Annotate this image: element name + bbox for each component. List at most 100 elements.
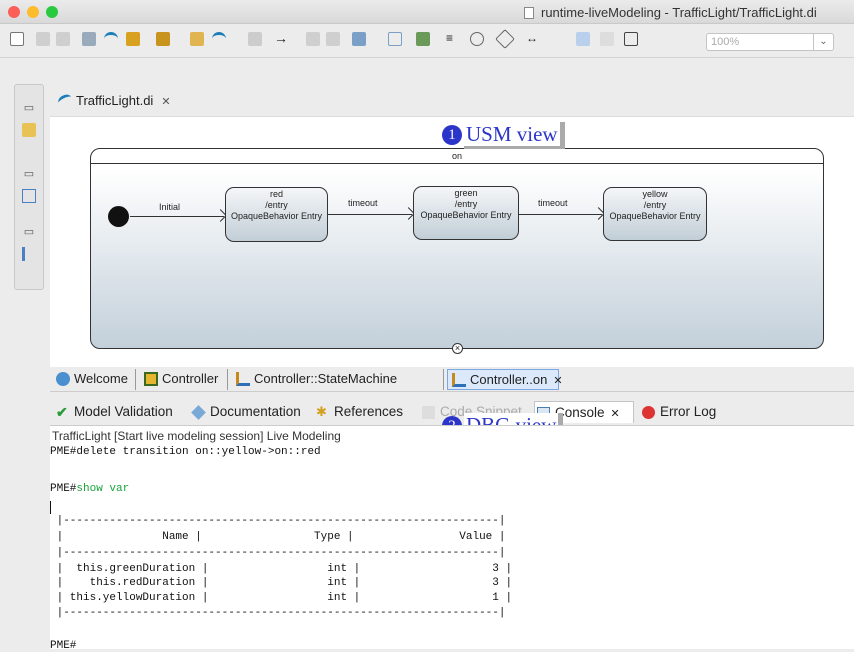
grid-icon[interactable] (624, 32, 638, 46)
state-machine-icon (236, 372, 250, 386)
welcome-icon (56, 372, 70, 386)
title-bar: runtime-liveModeling - TrafficLight/Traf… (0, 0, 854, 24)
console-line: PME#delete transition on::yellow->on::re… (50, 446, 321, 458)
line-icon[interactable]: ≡ (446, 32, 460, 46)
tab-controller[interactable]: Controller (140, 369, 228, 390)
check-icon: ✔ (56, 404, 68, 420)
state-behavior: OpaqueBehavior Entry (420, 210, 512, 220)
tab-references[interactable]: ✱ References (314, 401, 403, 423)
layout-icon[interactable] (352, 32, 366, 46)
transition-label: timeout (348, 198, 378, 208)
console-table-line: | this.yellowDuration | int | 1 | (50, 592, 513, 604)
table-icon[interactable] (156, 32, 170, 46)
region-on[interactable]: on Initial red /entry OpaqueBehavior Ent… (90, 148, 824, 354)
transition-red-green[interactable] (328, 214, 412, 215)
console-table-line: |---------------------------------------… (50, 607, 506, 619)
transition-label-initial: Initial (159, 202, 181, 212)
state-entry: /entry (265, 200, 288, 210)
close-icon[interactable]: ✕ (553, 375, 562, 387)
maximize-window-button[interactable] (46, 6, 58, 18)
tab-model-validation[interactable]: ✔ Model Validation (54, 401, 173, 423)
chevron-down-icon[interactable]: ⌄ (813, 34, 833, 50)
align-icon[interactable] (388, 32, 402, 46)
console-table-line: | Name | Type | Value | (50, 531, 506, 543)
doc-icon (191, 405, 206, 420)
state-name: yellow (642, 189, 668, 199)
region-end-marker-icon: × (452, 343, 463, 354)
copy-icon[interactable] (306, 32, 320, 46)
console-line: PME#show var (50, 483, 130, 495)
view-icon[interactable] (190, 32, 204, 46)
console-prompt: PME# (50, 640, 77, 652)
text-cursor (50, 501, 51, 514)
error-log-icon (642, 406, 655, 419)
main-toolbar: → ≡ ↔ 100% ⌄ (0, 24, 854, 58)
tab-trafficlight-di[interactable]: TrafficLight.di ✕ (50, 86, 188, 116)
console-table-line: |---------------------------------------… (50, 515, 506, 527)
console-view[interactable]: TrafficLight [Start live modeling sessio… (50, 425, 854, 652)
state-entry: /entry (643, 200, 667, 210)
folder-icon[interactable] (22, 123, 36, 137)
distribute-icon[interactable] (416, 32, 430, 46)
papyrus-icon[interactable] (104, 32, 118, 46)
close-icon[interactable]: ✕ (161, 96, 170, 108)
new-icon[interactable] (10, 32, 24, 46)
state-behavior: OpaqueBehavior Entry (230, 211, 323, 221)
tab-controller-on[interactable]: Controller..on ✕ (447, 369, 563, 390)
references-icon: ✱ (316, 404, 327, 419)
tab-controller-statemachine[interactable]: Controller::StateMachine (232, 369, 444, 390)
color-icon[interactable] (576, 32, 590, 46)
window-title: runtime-liveModeling - TrafficLight/Traf… (524, 5, 817, 20)
save-icon[interactable] (36, 32, 50, 46)
console-header: TrafficLight [Start live modeling sessio… (52, 429, 341, 443)
state-name: red (269, 189, 283, 199)
close-icon[interactable]: ✕ (611, 408, 620, 420)
resize-icon[interactable]: ↔ (526, 32, 540, 46)
state-yellow[interactable]: yellow /entry OpaqueBehavior Entry (603, 187, 707, 241)
close-window-button[interactable] (8, 6, 20, 18)
restore-icon[interactable]: ▭ (22, 167, 36, 181)
diagram-canvas[interactable]: on Initial red /entry OpaqueBehavior Ent… (50, 116, 854, 367)
transition-label: timeout (538, 198, 568, 208)
state-behavior: OpaqueBehavior Entry (609, 211, 701, 221)
outline-icon[interactable] (22, 247, 36, 261)
edit-icon[interactable] (82, 32, 96, 46)
tab-welcome[interactable]: Welcome (52, 369, 136, 390)
left-trim-stack: ▭ ▭ ▭ (14, 84, 44, 290)
initial-pseudostate[interactable] (108, 206, 129, 227)
minimize-window-button[interactable] (27, 6, 39, 18)
diagram-page-tabs: Welcome Controller Controller::StateMach… (50, 367, 854, 392)
zoom-select[interactable]: 100% ⌄ (706, 33, 834, 51)
route-icon[interactable] (470, 32, 484, 46)
restore-icon[interactable]: ▭ (22, 101, 36, 115)
font-icon[interactable] (600, 32, 614, 46)
document-icon (524, 7, 534, 19)
papyrus-icon[interactable] (212, 32, 226, 46)
console-table-line: |---------------------------------------… (50, 547, 506, 559)
tree-icon[interactable] (22, 189, 36, 203)
paste-icon[interactable] (326, 32, 340, 46)
state-red[interactable]: red /entry OpaqueBehavior Entry (225, 187, 328, 242)
transition-initial[interactable] (130, 216, 224, 217)
annotation-usm-view: 1 USM view (442, 122, 565, 149)
arrow-icon[interactable]: → (274, 31, 288, 46)
tab-documentation[interactable]: Documentation (190, 401, 301, 423)
state-green[interactable]: green /entry OpaqueBehavior Entry (413, 186, 519, 240)
console-table-line: | this.redDuration | int | 3 | (50, 577, 513, 589)
undo-icon[interactable] (248, 32, 262, 46)
region-header: on (91, 149, 823, 164)
transition-green-yellow[interactable] (519, 214, 602, 215)
state-entry: /entry (454, 199, 478, 209)
restore-icon[interactable]: ▭ (22, 225, 36, 239)
snippet-icon (422, 406, 435, 419)
diagram-icon[interactable] (126, 32, 140, 46)
state-machine-icon (452, 373, 466, 387)
view-tabs: ✔ Model Validation Documentation ✱ Referen… (50, 399, 854, 440)
route-style-icon[interactable] (495, 29, 515, 49)
tab-error-log[interactable]: Error Log (640, 401, 716, 423)
papyrus-icon (56, 92, 74, 108)
state-name: green (454, 188, 478, 198)
class-diagram-icon (144, 372, 158, 386)
save-all-icon[interactable] (56, 32, 70, 46)
console-table-line: | this.greenDuration | int | 3 | (50, 563, 513, 575)
